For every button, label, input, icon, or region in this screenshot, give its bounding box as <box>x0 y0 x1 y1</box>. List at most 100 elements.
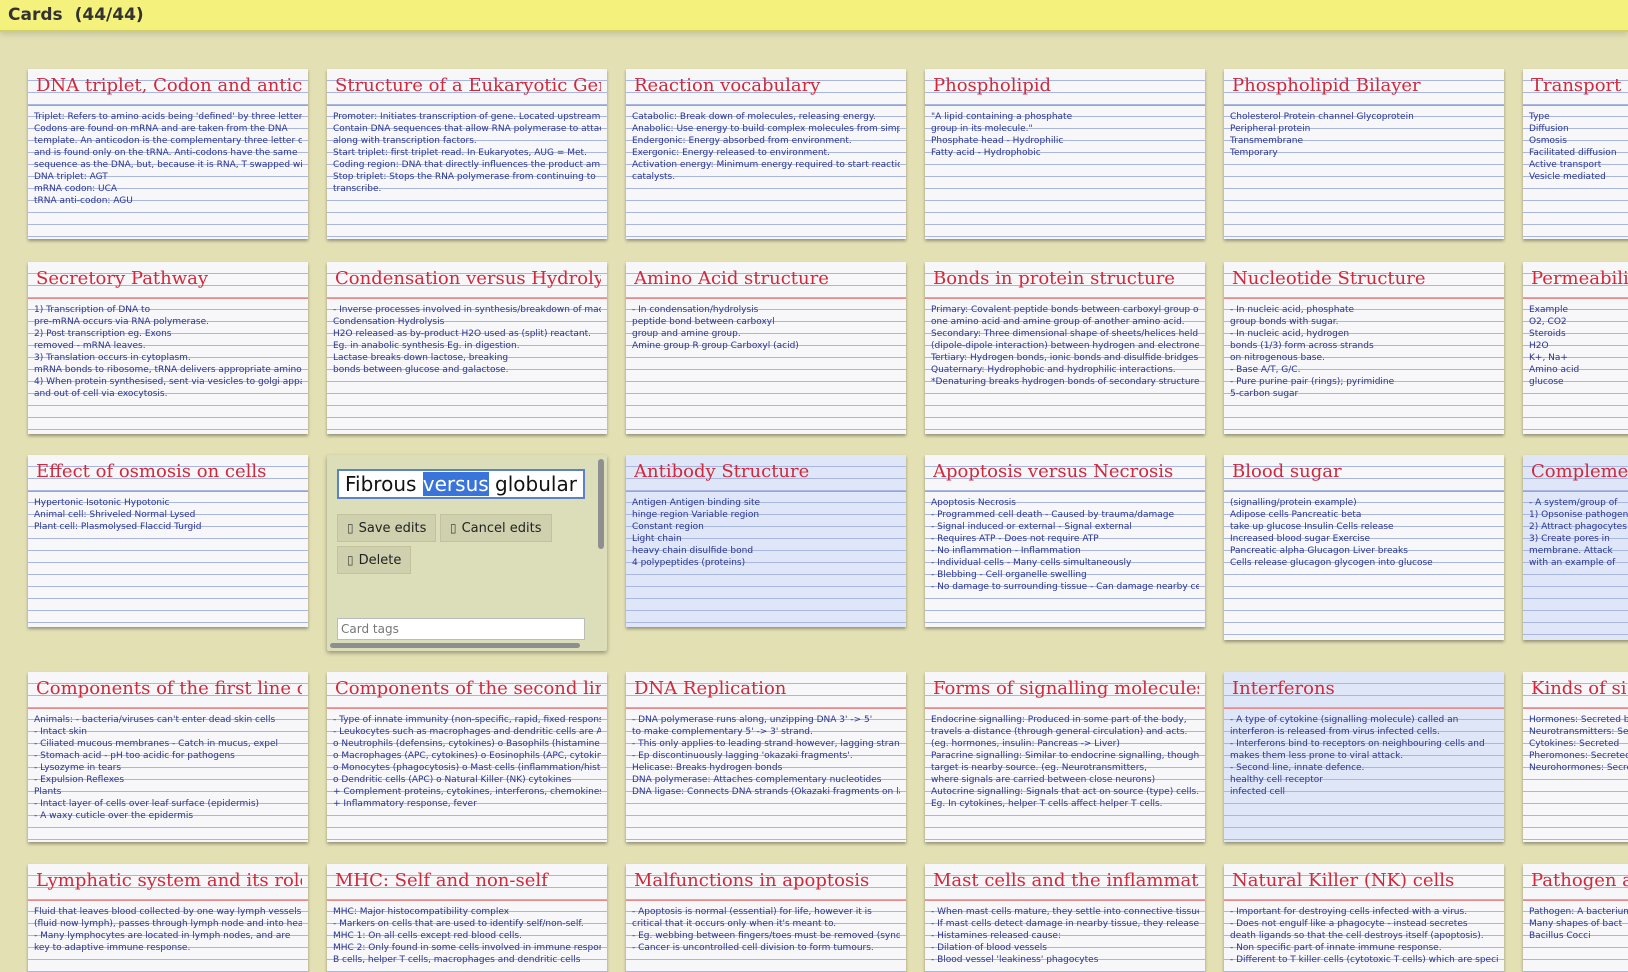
card-apoptosis-malfunctions[interactable]: Malfunctions in apoptosis - Apoptosis is … <box>626 864 906 972</box>
card-amino-acid[interactable]: Amino Acid structure - In condensation/hy… <box>626 262 906 434</box>
card-mast-cells[interactable]: Mast cells and the inflammation response… <box>925 864 1205 972</box>
card-line: - Stomach acid - pH too acidic for patho… <box>34 751 235 761</box>
card-line: and out of cell via exocytosis. <box>34 389 168 399</box>
card-line: death ligands so that the cell destroys … <box>1230 931 1484 941</box>
card-line: - A waxy cuticle over the epidermis <box>34 811 194 821</box>
card-pathogen[interactable]: Pathogen and Pathogen: A bacterium Many sh… <box>1523 864 1628 972</box>
card-line: Coding region: DNA that directly influen… <box>333 160 601 170</box>
card-line: - Intact skin <box>34 727 87 737</box>
card-line: Amine group R group Carboxyl (acid) <box>632 341 799 351</box>
card-line: one amino acid and amine group of anothe… <box>931 317 1185 327</box>
card-reaction-vocabulary[interactable]: Reaction vocabulary Catabolic: Break down… <box>626 69 906 239</box>
card-line: Autocrine signalling: Signals that act o… <box>931 787 1199 797</box>
card-condensation-hydrolysis[interactable]: Condensation versus Hydrolysis - Inverse … <box>327 262 607 434</box>
save-edits-button[interactable]: ▯ Save edits <box>337 514 437 542</box>
card-mhc[interactable]: MHC: Self and non-self MHC: Major histoco… <box>327 864 607 972</box>
card-line: to make complementary 5' -> 3' strand. <box>632 727 813 737</box>
card-second-line-defence[interactable]: Components of the second line of defence… <box>327 672 607 842</box>
card-title: MHC: Self and non-self <box>335 870 548 891</box>
card-line: o Macrophages (APC, cytokines) o Eosinop… <box>333 751 601 761</box>
card-line: Endocrine signalling: Produced in some p… <box>931 715 1187 725</box>
card-natural-killer[interactable]: Natural Killer (NK) cells - Important for… <box>1224 864 1504 972</box>
card-line: MHC 2: Only found in some cells involved… <box>333 943 601 953</box>
card-eukaryotic-gene[interactable]: Structure of a Eukaryotic Gene Promoter: … <box>327 69 607 239</box>
card-line: Many shapes of bact <box>1529 919 1623 929</box>
card-kinds-of-signalling[interactable]: Kinds of si Hormones: Secreted by Neurotra… <box>1523 672 1628 842</box>
card-line: "A lipid containing a phosphate <box>931 112 1073 122</box>
delete-button[interactable]: ▯ Delete <box>337 546 412 574</box>
horizontal-scrollbar[interactable] <box>330 643 580 648</box>
header-bar: Cards (44/44) <box>0 0 1628 32</box>
card-line: Hormones: Secreted by <box>1529 715 1628 725</box>
card-title: Secretory Pathway <box>36 268 209 289</box>
card-signalling-molecules[interactable]: Forms of signalling molecules Endocrine s… <box>925 672 1205 842</box>
card-line: tRNA anti-codon: AGU <box>34 196 133 206</box>
card-line: Secondary: Three dimensional shape of sh… <box>931 329 1199 339</box>
card-line: - Expulsion Reflexes <box>34 775 125 785</box>
cancel-icon: ▯ <box>450 521 457 535</box>
card-line: transcribe. <box>333 184 382 194</box>
card-secretory-pathway[interactable]: Secretory Pathway 1) Transcription of DNA… <box>28 262 308 434</box>
card-apoptosis-necrosis[interactable]: Apoptosis versus Necrosis Apoptosis Necro… <box>925 455 1205 627</box>
card-line: 3) Create pores in <box>1529 534 1610 544</box>
card-title: Interferons <box>1232 678 1335 699</box>
card-phospholipid[interactable]: Phospholipid "A lipid containing a phosph… <box>925 69 1205 239</box>
card-lymphatic-system[interactable]: Lymphatic system and its role in immunit… <box>28 864 308 972</box>
card-line: - Individual cells - Many cells simultan… <box>931 558 1132 568</box>
card-count: (44/44) <box>74 5 144 25</box>
card-line: Pancreatic alpha Glucagon Liver breaks <box>1230 546 1408 556</box>
card-nucleotide[interactable]: Nucleotide Structure - In nucleic acid, p… <box>1224 262 1504 434</box>
card-line: 4) When protein synthesised, sent via ve… <box>34 377 302 387</box>
card-line: Activation energy: Minimum energy requir… <box>632 160 900 170</box>
card-dna-replication[interactable]: DNA Replication - DNA polymerase runs alo… <box>626 672 906 842</box>
card-phospholipid-bilayer[interactable]: Phospholipid Bilayer Cholesterol Protein … <box>1224 69 1504 239</box>
card-line: - Dilation of blood vessels <box>931 943 1047 953</box>
card-dna-triplet[interactable]: DNA triplet, Codon and anticodon Triplet:… <box>28 69 308 239</box>
card-tags-input[interactable]: Card tags <box>337 618 585 640</box>
card-line: (dipole-dipole interaction) between hydr… <box>931 341 1199 351</box>
card-osmosis[interactable]: Effect of osmosis on cells Hypertonic Iso… <box>28 455 308 627</box>
card-line: - Second line, innate defence. <box>1230 763 1365 773</box>
card-line: o Monocytes (phagocytosis) o Mast cells … <box>333 763 601 773</box>
card-line: H2O released as by-product H2O used as (… <box>333 329 591 339</box>
text-selection: versus <box>422 472 489 496</box>
card-line: where signals are carried between close … <box>931 775 1156 785</box>
save-label: Save edits <box>358 520 427 536</box>
card-line: Temporary <box>1230 148 1278 158</box>
cancel-edits-button[interactable]: ▯ Cancel edits <box>440 514 552 542</box>
card-antibody[interactable]: Antibody Structure Antigen Antigen bindin… <box>626 455 906 627</box>
card-title: Natural Killer (NK) cells <box>1232 870 1455 891</box>
vertical-scrollbar[interactable] <box>598 459 604 549</box>
card-text-input[interactable]: Fibrous versus globular pro <box>337 469 585 499</box>
card-line: take up glucose Insulin Cells release <box>1230 522 1394 532</box>
card-line: Amino acid <box>1529 365 1580 375</box>
card-title: DNA Replication <box>634 678 787 699</box>
card-line: Stop triplet: Stops the RNA polymerase f… <box>333 172 596 182</box>
card-line: + Inflammatory response, fever <box>333 799 477 809</box>
card-line: - Markers on cells that are used to iden… <box>333 919 584 929</box>
card-title: Nucleotide Structure <box>1232 268 1426 289</box>
card-line: 1) Transcription of DNA to <box>34 305 151 315</box>
card-line: Phosphate head - Hydrophilic <box>931 136 1064 146</box>
card-first-line-defence[interactable]: Components of the first line of defence A… <box>28 672 308 842</box>
card-line: Animal cell: Shriveled Normal Lysed <box>34 510 196 520</box>
card-line: Promoter: Initiates transcription of gen… <box>333 112 601 122</box>
card-protein-bonds[interactable]: Bonds in protein structure Primary: Coval… <box>925 262 1205 434</box>
card-interferons[interactable]: Interferons - A type of cytokine (signall… <box>1224 672 1504 842</box>
card-line: peptide bond between carboxyl <box>632 317 775 327</box>
card-blood-sugar[interactable]: Blood sugar (signalling/protein example) A… <box>1224 455 1504 640</box>
card-complement[interactable]: Complement - A system/group of 1) Opsonise… <box>1523 455 1628 640</box>
card-line: travels a distance (through general circ… <box>931 727 1188 737</box>
card-permeability[interactable]: Permeability of Example O2, CO2 Steroids H2O… <box>1523 262 1628 434</box>
card-line: and is found only on the tRNA. Anti-codo… <box>34 148 298 158</box>
text-before: Fibrous <box>345 472 423 496</box>
card-title: Permeability of <box>1531 268 1628 289</box>
card-transport-across[interactable]: Transport across Type Diffusion Osmosis Faci… <box>1523 69 1628 239</box>
card-line: - If mast cells detect damage in nearby … <box>931 919 1199 929</box>
card-line: Constant region <box>632 522 704 532</box>
card-line: Peripheral protein <box>1230 124 1311 134</box>
trash-icon: ▯ <box>347 553 354 567</box>
card-title: Kinds of si <box>1531 678 1627 699</box>
card-line: 1) Opsonise pathogen <box>1529 510 1628 520</box>
card-line: - Type of innate immunity (non-specific,… <box>333 715 601 725</box>
